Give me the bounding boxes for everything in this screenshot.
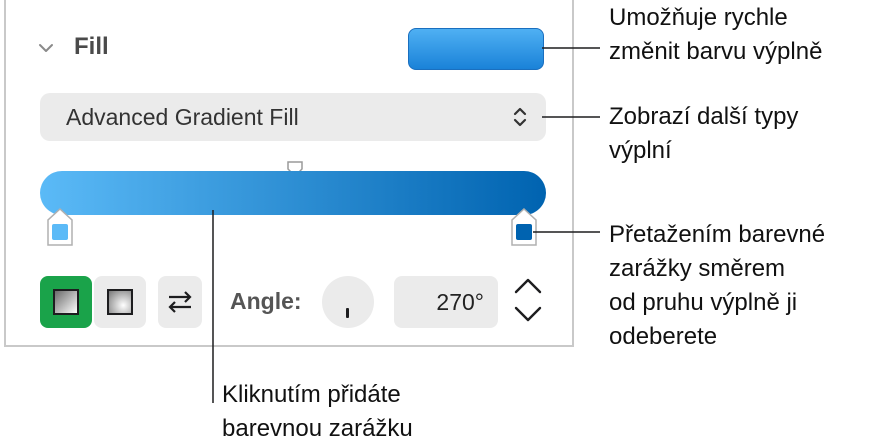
color-well-button[interactable] bbox=[408, 28, 544, 70]
linear-gradient-button[interactable] bbox=[40, 276, 92, 328]
angle-stepper[interactable] bbox=[506, 270, 550, 330]
chevron-down-icon[interactable] bbox=[36, 38, 56, 58]
fill-type-label: Advanced Gradient Fill bbox=[66, 104, 299, 130]
angle-dial[interactable] bbox=[322, 276, 374, 328]
up-down-arrows-icon bbox=[513, 107, 527, 127]
fill-inspector-panel: Fill Advanced Gradient Fill Angle: 270° bbox=[4, 0, 574, 347]
gradient-bar[interactable] bbox=[40, 171, 546, 215]
section-title: Fill bbox=[74, 33, 109, 60]
fill-type-popup[interactable]: Advanced Gradient Fill bbox=[40, 93, 546, 141]
linear-gradient-icon bbox=[53, 289, 79, 315]
color-stop-left[interactable] bbox=[45, 208, 75, 248]
callout-add-stop: Kliknutím přidáte barevnou zarážku bbox=[222, 381, 413, 442]
angle-dial-icon bbox=[346, 308, 349, 318]
angle-input[interactable]: 270° bbox=[394, 276, 498, 328]
callout-color-well: Umožňuje rychle změnit barvu výplně bbox=[609, 4, 823, 65]
callout-fill-type: Zobrazí další typy výplní bbox=[609, 103, 799, 164]
angle-label: Angle: bbox=[230, 288, 302, 314]
callout-drag-stop: Přetažením barevné zarážky směrem od pru… bbox=[609, 221, 826, 350]
swap-colors-button[interactable] bbox=[158, 276, 202, 328]
color-stop-right[interactable] bbox=[509, 208, 539, 248]
radial-gradient-icon bbox=[107, 289, 133, 315]
radial-gradient-button[interactable] bbox=[94, 276, 146, 328]
angle-value: 270° bbox=[436, 289, 484, 315]
swap-arrows-icon bbox=[168, 291, 192, 313]
